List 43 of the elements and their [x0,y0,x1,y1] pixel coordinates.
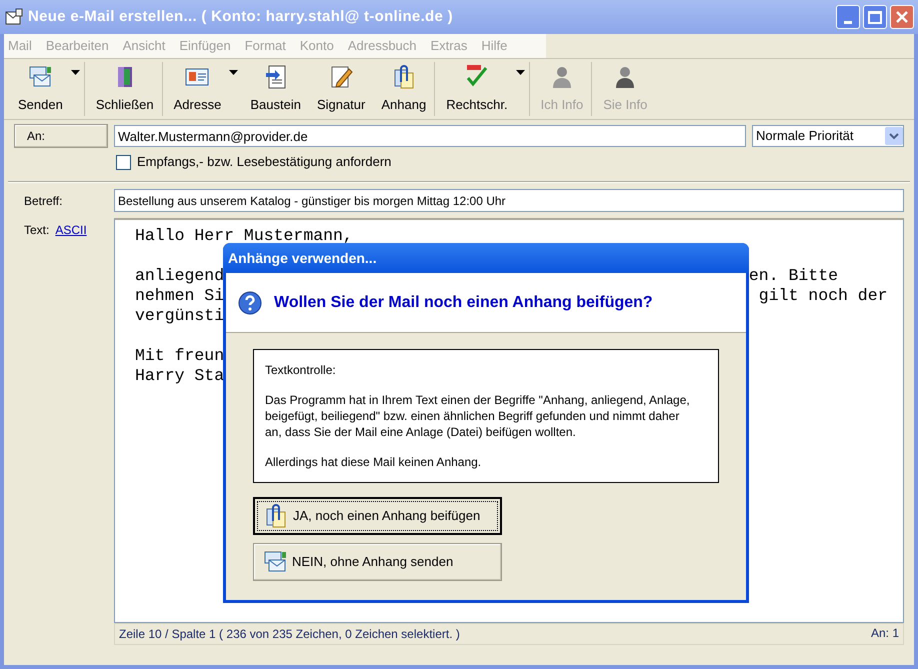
toolbar-button[interactable]: Signatur [308,62,374,116]
message-text-line: vergünsti [135,306,224,325]
text-label: Text: [24,222,50,239]
dropdown-caret-icon[interactable] [229,70,238,75]
message-text-line: Hallo Herr Mustermann, [135,226,353,245]
toolbar-button[interactable]: Baustein [242,62,309,116]
message-text-line: Harry Sta [135,366,224,385]
message-text-line: nehmen Si [135,286,224,305]
subject-label: Betreff: [23,192,64,210]
toolbar-button[interactable]: Schließen [88,62,162,116]
format-link[interactable]: ASCII [55,221,87,239]
dialog-title: Anhänge verwenden... [228,248,377,268]
dropdown-caret-icon[interactable] [70,70,80,75]
subject-field[interactable]: Bestellung aus unserem Katalog - günstiger bis morgen Mittag 12:00 Uhr [114,189,904,212]
question-icon [238,290,262,314]
receipt-checkbox[interactable] [116,154,131,170]
dialog-question: Wollen Sie der Mail noch einen Anhang beifügen? [274,292,653,312]
priority-dropdown[interactable]: Normale Priorität [752,125,904,147]
recipient-field[interactable]: Walter.Mustermann@provider.de [114,125,746,147]
message-text-line: en. Bitte [748,266,838,286]
message-text-line: Mit freun [135,346,224,365]
position-status: Zeile 10 / Spalte 1 ( 236 von 235 Zeichen, 0 Zeichen selektiert. ) [119,626,460,643]
to-button[interactable]: An: [14,124,108,148]
close-icon [895,10,909,24]
toolbar-button[interactable]: Senden [10,62,71,116]
message-text-line: gilt noch der [758,286,888,306]
dialog-message: Allerdings hat diese Mail keinen Anhang. [265,454,482,470]
toolbar-button[interactable]: Adresse [166,62,230,116]
toolbar-button[interactable]: Anhang [373,62,434,116]
envelope-icon [4,8,24,26]
maximize-button[interactable] [863,5,887,29]
dialog-message: Das Programm hat in Ihrem Text einen der Begriffe "Anhang, anliegend, Anlage, beigefügt, beiliegend" bzw. einen ähnlichen Begriff gefunden und nimmt daher an, dass Sie der Mail eine Anlage (Datei) beifügen wollten. [265,392,691,440]
receipt-label: Empfangs,- bzw. Lesebestätigung anfordern [137,153,392,172]
message-text-line: anliegend [135,266,224,285]
dialog-message: Textkontrolle: [265,362,337,378]
close-button[interactable] [890,5,914,29]
recipient-count: An: 1 [870,625,899,642]
minimize-button[interactable] [836,5,860,29]
attach-button[interactable]: JA, noch einen Anhang beifügen [253,497,502,535]
send-button[interactable]: NEIN, ohne Anhang senden [253,543,502,581]
window-title: Neue e-Mail erstellen... ( Konto: harry.stahl@ t-online.de ) [28,6,453,27]
toolbar-button[interactable]: Rechtschr. [438,62,516,116]
dropdown-caret-icon[interactable] [516,70,525,75]
